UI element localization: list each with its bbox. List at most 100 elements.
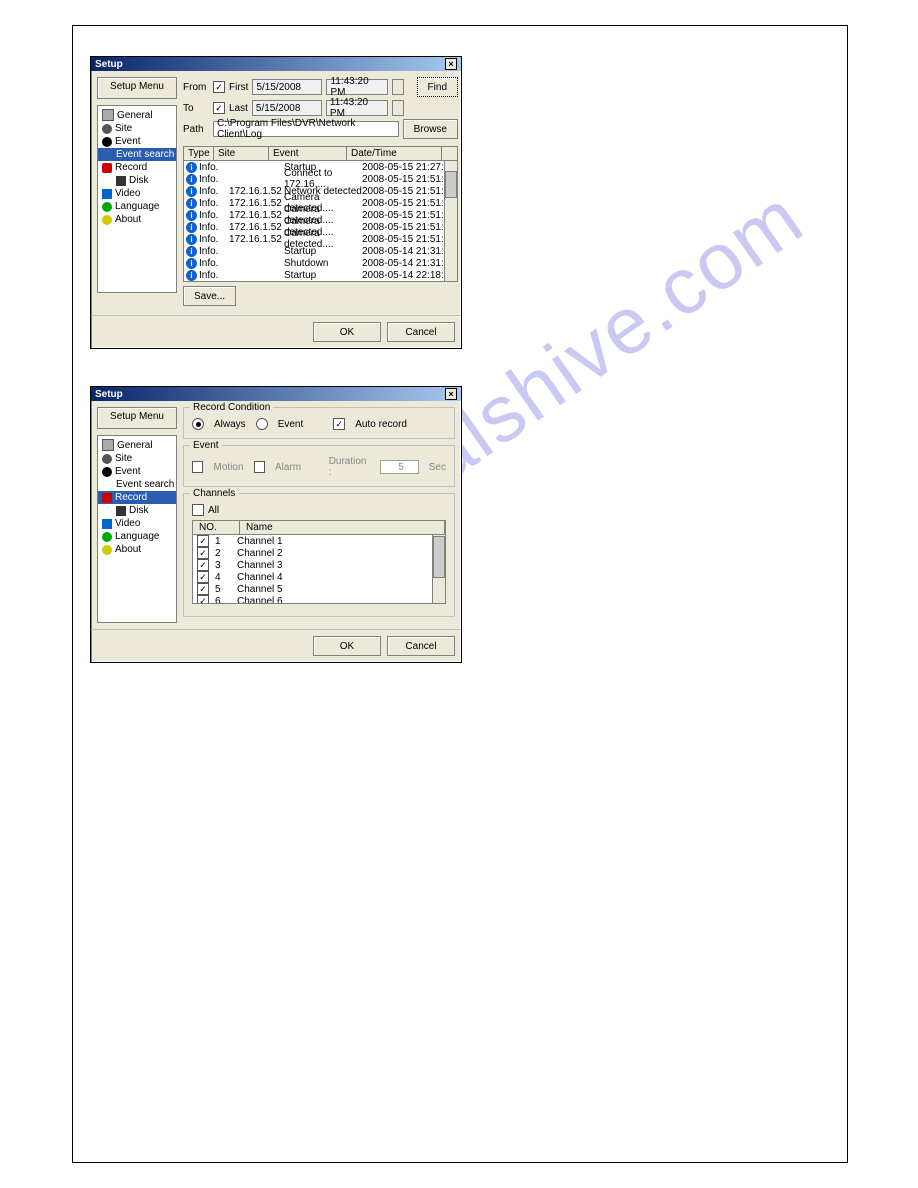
tree-language[interactable]: Language: [98, 530, 176, 543]
tree-language[interactable]: Language: [98, 200, 176, 213]
alarm-checkbox[interactable]: [254, 461, 265, 473]
cell-site: 172.16.1.52: [229, 198, 284, 209]
tree-event-search[interactable]: Event search: [98, 478, 176, 491]
cancel-button[interactable]: Cancel: [387, 636, 455, 656]
cell-no: 4: [215, 572, 231, 583]
tree-about[interactable]: About: [98, 213, 176, 226]
info-icon: i: [186, 186, 197, 197]
auto-record-checkbox[interactable]: [333, 418, 345, 430]
about-icon: [102, 215, 112, 225]
tree-general[interactable]: General: [98, 108, 176, 122]
log-row[interactable]: iInfo.Connect to 172.16....2008-05-15 21…: [184, 173, 457, 185]
dialog-body: Setup Menu General Site Event Event sear…: [91, 401, 461, 629]
cell-site: 172.16.1.52: [229, 186, 284, 197]
channel-row[interactable]: 2Channel 2: [193, 547, 445, 559]
from-time-spinner[interactable]: [392, 79, 404, 95]
log-list-body[interactable]: iInfo.Startup2008-05-15 21:27:26iInfo.Co…: [183, 160, 458, 282]
channel-row[interactable]: 4Channel 4: [193, 571, 445, 583]
event-radio[interactable]: [256, 418, 268, 430]
scroll-thumb[interactable]: [433, 536, 445, 578]
tree-site[interactable]: Site: [98, 122, 176, 135]
cell-no: 3: [215, 560, 231, 571]
header-site[interactable]: Site: [214, 147, 269, 160]
channel-row[interactable]: 5Channel 5: [193, 583, 445, 595]
tree-site[interactable]: Site: [98, 452, 176, 465]
header-name[interactable]: Name: [240, 521, 445, 534]
channels-group: Channels All NO. Name 1Channel 12Channel…: [183, 493, 455, 617]
browse-button[interactable]: Browse: [403, 119, 458, 139]
channel-list-body[interactable]: 1Channel 12Channel 23Channel 34Channel 4…: [193, 535, 445, 603]
right-pane: From First 5/15/2008 11:43:20 PM Find To…: [183, 77, 458, 309]
setup-menu-button[interactable]: Setup Menu: [97, 407, 177, 429]
tree-about[interactable]: About: [98, 543, 176, 556]
log-row[interactable]: iInfo.172.16.1.52Camera detected....2008…: [184, 233, 457, 245]
info-icon: i: [186, 270, 197, 281]
close-icon[interactable]: ×: [445, 58, 457, 70]
always-radio[interactable]: [192, 418, 204, 430]
cell-date: 2008-05-15 21:27:26: [362, 162, 457, 173]
path-input[interactable]: C:\Program Files\DVR\Network Client\Log: [213, 121, 399, 137]
ok-button[interactable]: OK: [313, 322, 381, 342]
to-time-spinner[interactable]: [392, 100, 404, 116]
language-icon: [102, 202, 112, 212]
tree-event[interactable]: Event: [98, 465, 176, 478]
cell-type: Info.: [199, 174, 229, 185]
last-checkbox[interactable]: [213, 102, 225, 114]
disk-icon: [116, 176, 126, 186]
channel-row[interactable]: 1Channel 1: [193, 535, 445, 547]
tree-disk[interactable]: Disk: [98, 504, 176, 517]
channel-checkbox[interactable]: [197, 583, 209, 595]
duration-input[interactable]: 5: [380, 460, 419, 474]
channel-checkbox[interactable]: [197, 559, 209, 571]
channel-checkbox[interactable]: [197, 595, 209, 603]
channel-row[interactable]: 6Channel 6: [193, 595, 445, 603]
channel-checkbox[interactable]: [197, 535, 209, 547]
find-button[interactable]: Find: [417, 77, 458, 97]
from-row: From First 5/15/2008 11:43:20 PM Find: [183, 77, 458, 97]
save-button[interactable]: Save...: [183, 286, 236, 306]
path-label: Path: [183, 124, 209, 135]
first-checkbox[interactable]: [213, 81, 225, 93]
tree-event[interactable]: Event: [98, 135, 176, 148]
titlebar: Setup ×: [91, 57, 461, 71]
header-no[interactable]: NO.: [193, 521, 240, 534]
tree-event-search[interactable]: Event search: [98, 148, 176, 161]
to-label: To: [183, 103, 209, 114]
motion-checkbox[interactable]: [192, 461, 203, 473]
channel-list[interactable]: NO. Name 1Channel 12Channel 23Channel 34…: [192, 520, 446, 604]
nav-tree[interactable]: General Site Event Event search Record D…: [97, 105, 177, 293]
nav-tree[interactable]: General Site Event Event search Record D…: [97, 435, 177, 623]
from-time-input[interactable]: 11:43:20 PM: [326, 79, 388, 95]
ok-button[interactable]: OK: [313, 636, 381, 656]
header-event[interactable]: Event: [269, 147, 347, 160]
header-type[interactable]: Type: [184, 147, 214, 160]
channel-row[interactable]: 3Channel 3: [193, 559, 445, 571]
tree-video[interactable]: Video: [98, 517, 176, 530]
scroll-thumb[interactable]: [445, 171, 457, 198]
cell-no: 6: [215, 596, 231, 604]
tree-record[interactable]: Record: [98, 491, 176, 504]
left-pane: Setup Menu General Site Event Event sear…: [97, 407, 177, 623]
channel-checkbox[interactable]: [197, 547, 209, 559]
tree-record[interactable]: Record: [98, 161, 176, 174]
log-row[interactable]: iInfo.Shutdown2008-05-14 21:31:31: [184, 257, 457, 269]
tree-disk[interactable]: Disk: [98, 174, 176, 187]
all-checkbox[interactable]: [192, 504, 204, 516]
scrollbar[interactable]: [432, 535, 445, 603]
tree-general[interactable]: General: [98, 438, 176, 452]
to-time-input[interactable]: 11:43:20 PM: [326, 100, 388, 116]
channel-checkbox[interactable]: [197, 571, 209, 583]
from-date-input[interactable]: 5/15/2008: [252, 79, 322, 95]
setup-menu-button[interactable]: Setup Menu: [97, 77, 177, 99]
log-row[interactable]: iInfo.Startup2008-05-14 21:31:29: [184, 245, 457, 257]
dialog-body: Setup Menu General Site Event Event sear…: [91, 71, 461, 315]
to-date-input[interactable]: 5/15/2008: [252, 100, 322, 116]
tree-video[interactable]: Video: [98, 187, 176, 200]
cancel-button[interactable]: Cancel: [387, 322, 455, 342]
cell-type: Info.: [199, 198, 229, 209]
close-icon[interactable]: ×: [445, 388, 457, 400]
scrollbar[interactable]: [444, 161, 457, 281]
header-date[interactable]: Date/Time: [347, 147, 442, 160]
log-row[interactable]: iInfo.Startup2008-05-14 22:18:53: [184, 269, 457, 281]
site-icon: [102, 124, 112, 134]
